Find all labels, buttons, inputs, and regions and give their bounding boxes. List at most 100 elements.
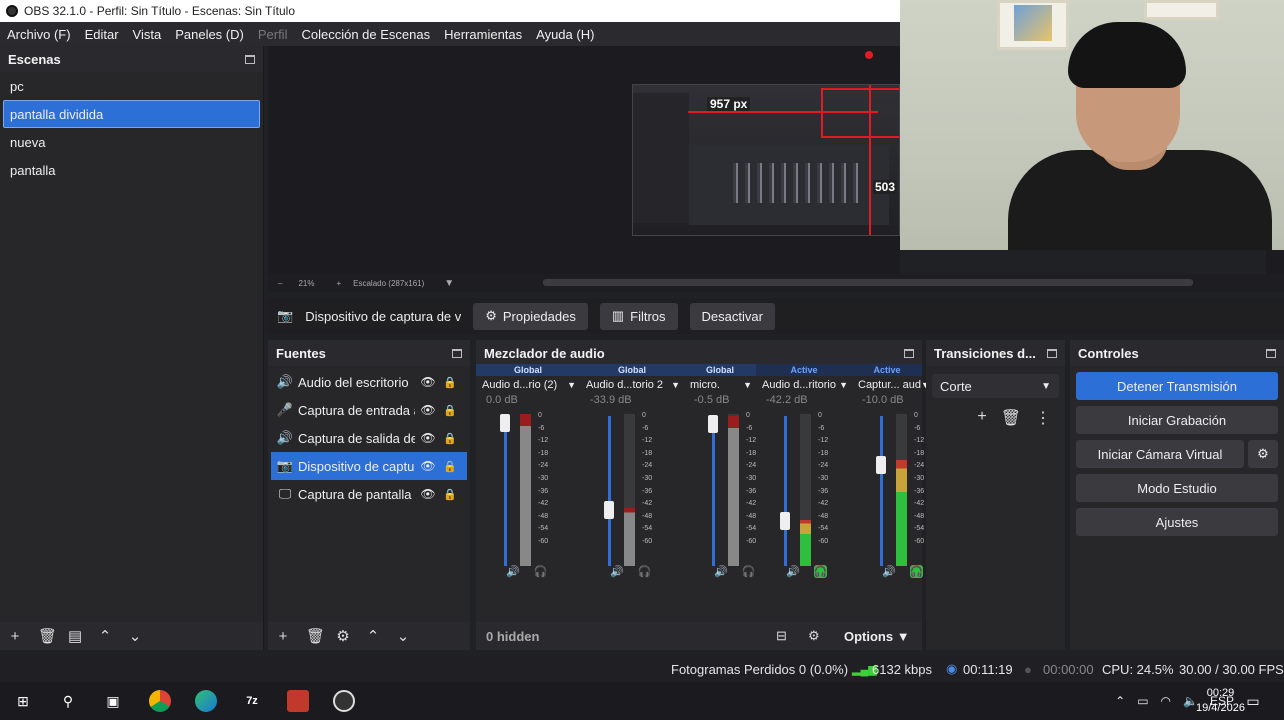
stop-stream-button[interactable]: Detener Transmisión <box>1076 372 1278 400</box>
wifi-icon[interactable]: ◠ <box>1161 694 1171 708</box>
start-record-button[interactable]: Iniciar Grabación <box>1076 406 1278 434</box>
7zip-icon[interactable]: 7z <box>241 690 263 712</box>
scene-item-nueva[interactable]: nueva <box>0 128 263 156</box>
eye-icon[interactable]: 👁 <box>419 375 437 389</box>
channel-name-dropdown[interactable]: micro. ▼ <box>684 376 756 394</box>
volume-fader-knob[interactable] <box>708 415 718 434</box>
speaker-icon[interactable]: 🔊 <box>882 565 896 578</box>
options-button[interactable]: Options ▼ <box>844 629 910 644</box>
settings-icon[interactable]: ⚙ <box>808 628 820 644</box>
menu-archivo[interactable]: Archivo (F) <box>7 27 71 42</box>
eye-icon[interactable]: 👁 <box>419 487 437 501</box>
search-icon[interactable]: ⚲ <box>57 690 79 712</box>
volume-fader-track[interactable] <box>712 416 715 566</box>
chrome-icon[interactable] <box>149 690 171 712</box>
undock-icon[interactable] <box>904 348 914 358</box>
menu-coleccion[interactable]: Colección de Escenas <box>301 27 430 42</box>
menu-perfil[interactable]: Perfil <box>258 27 288 42</box>
headphones-icon[interactable]: 🎧 <box>813 565 828 578</box>
source-item[interactable]: 🔊 Captura de salida de 👁 🔒 <box>268 424 470 452</box>
source-item-selected[interactable]: 📷 Dispositivo de captur 👁 🔒 <box>271 452 467 480</box>
transition-select[interactable]: Corte ▼ <box>932 374 1059 398</box>
speaker-icon[interactable]: 🔊 <box>610 565 624 578</box>
zoom-in-button[interactable]: + <box>336 279 341 288</box>
move-down-icon[interactable]: ⌄ <box>396 627 410 645</box>
edge-icon[interactable] <box>195 690 217 712</box>
menu-herramientas[interactable]: Herramientas <box>444 27 522 42</box>
headphones-icon[interactable]: 🎧 <box>638 565 652 578</box>
source-item[interactable]: 🔊 Audio del escritorio 👁 🔒 <box>268 368 470 396</box>
add-icon[interactable]: + <box>977 408 986 428</box>
volume-fader-knob[interactable] <box>876 456 886 474</box>
volume-fader-track[interactable] <box>504 416 507 566</box>
volume-fader-knob[interactable] <box>780 512 790 530</box>
layout-icon[interactable]: ⊟ <box>776 628 787 644</box>
undock-icon[interactable] <box>1266 348 1276 358</box>
source-item[interactable]: 🎤 Captura de entrada a 👁 🔒 <box>268 396 470 424</box>
settings-button[interactable]: Ajustes <box>1076 508 1278 536</box>
channel-name-dropdown[interactable]: Captur... aud▼ <box>852 376 930 394</box>
selection-box[interactable] <box>821 88 899 138</box>
lock-icon[interactable]: 🔒 <box>443 376 457 389</box>
undock-icon[interactable] <box>1047 348 1057 358</box>
studio-mode-button[interactable]: Modo Estudio <box>1076 474 1278 502</box>
menu-paneles[interactable]: Paneles (D) <box>175 27 244 42</box>
preview-horizontal-scrollbar[interactable] <box>543 279 1193 286</box>
deactivate-button[interactable]: Desactivar <box>689 302 775 330</box>
filter-icon[interactable]: ▤ <box>68 627 82 645</box>
volume-fader-knob[interactable] <box>604 500 614 519</box>
chevron-up-icon[interactable]: ⌃ <box>1115 694 1125 708</box>
channel-name-dropdown[interactable]: Audio d...torio 2 ▼ <box>580 376 684 394</box>
app-icon[interactable] <box>287 690 309 712</box>
notification-icon[interactable]: ▭ <box>1242 690 1264 712</box>
menu-editar[interactable]: Editar <box>85 27 119 42</box>
speaker-icon[interactable]: 🔊 <box>714 565 728 578</box>
task-view-icon[interactable]: ▣ <box>102 690 124 712</box>
channel-name-dropdown[interactable]: Audio d...ritorio ▼ <box>756 376 852 394</box>
obs-taskbar-icon[interactable] <box>333 690 355 712</box>
move-up-icon[interactable]: ⌃ <box>98 627 112 645</box>
speaker-icon[interactable]: 🔊 <box>506 565 520 578</box>
trash-icon[interactable]: 🗑 <box>1001 408 1021 428</box>
speaker-icon[interactable]: 🔊 <box>786 565 800 578</box>
start-virtual-camera-button[interactable]: Iniciar Cámara Virtual <box>1076 440 1244 468</box>
eye-icon[interactable]: 👁 <box>419 403 437 417</box>
volume-fader-knob[interactable] <box>500 414 510 432</box>
scene-item-pantalla[interactable]: pantalla <box>0 156 263 184</box>
windows-start-icon[interactable]: ⊞ <box>12 690 34 712</box>
gear-icon[interactable]: ⚙ <box>336 627 350 645</box>
headphones-icon[interactable]: 🎧 <box>534 565 548 578</box>
headphones-icon[interactable]: 🎧 <box>909 565 924 578</box>
scene-item-pantalla-dividida[interactable]: pantalla dividida <box>3 100 260 128</box>
headphones-icon[interactable]: 🎧 <box>742 565 756 578</box>
eye-icon[interactable]: 👁 <box>419 459 437 473</box>
usb-icon[interactable]: ▭ <box>1137 694 1148 708</box>
volume-fader-track[interactable] <box>608 416 611 566</box>
volume-fader-track[interactable] <box>784 416 787 566</box>
menu-vista[interactable]: Vista <box>133 27 162 42</box>
source-item[interactable]: 🖵 Captura de pantalla 2 👁 🔒 <box>268 480 470 508</box>
gear-icon[interactable]: ⚙ <box>1248 440 1278 468</box>
lock-icon[interactable]: 🔒 <box>443 432 457 445</box>
more-icon[interactable]: ⋮ <box>1035 408 1051 428</box>
undock-icon[interactable] <box>452 348 462 358</box>
clock[interactable]: 00:29 19/4/2026 <box>1196 686 1245 716</box>
scene-item-pc[interactable]: pc <box>0 72 263 100</box>
lock-icon[interactable]: 🔒 <box>443 460 457 473</box>
menu-ayuda[interactable]: Ayuda (H) <box>536 27 594 42</box>
add-icon[interactable]: + <box>8 628 22 645</box>
volume-fader-track[interactable] <box>880 416 883 566</box>
properties-button[interactable]: ⚙ Propiedades <box>473 302 588 330</box>
move-down-icon[interactable]: ⌄ <box>128 627 142 645</box>
filters-button[interactable]: ▥ Filtros <box>599 302 678 330</box>
move-up-icon[interactable]: ⌃ <box>366 627 380 645</box>
resize-handle[interactable] <box>865 51 873 59</box>
trash-icon[interactable]: 🗑 <box>38 627 57 645</box>
channel-name-dropdown[interactable]: Audio d...rio (2) ▼ <box>476 376 580 394</box>
undock-icon[interactable] <box>245 54 255 64</box>
lock-icon[interactable]: 🔒 <box>443 404 457 417</box>
preview-source-capture[interactable]: 957 px 503 <box>632 84 900 236</box>
lock-icon[interactable]: 🔒 <box>443 488 457 501</box>
eye-icon[interactable]: 👁 <box>419 431 437 445</box>
add-icon[interactable]: + <box>276 628 290 645</box>
